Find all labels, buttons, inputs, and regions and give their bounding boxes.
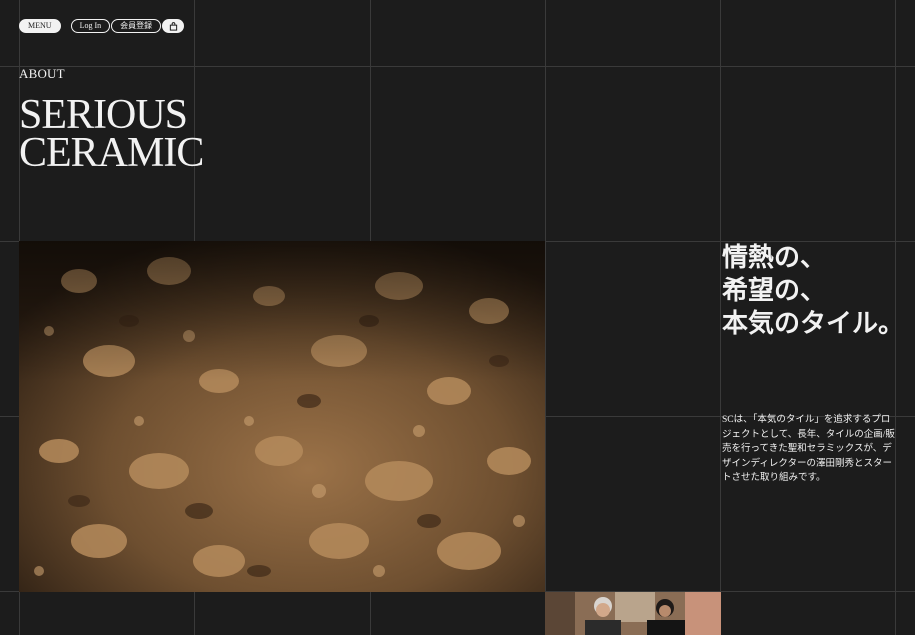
grid-line: [545, 0, 546, 635]
cart-button[interactable]: [162, 19, 185, 33]
shopping-bag-icon: [169, 21, 177, 31]
description-text: SCは、「本気のタイル」を追求するプロジェクトとして、長年、タイルの企画/販売を…: [722, 415, 895, 483]
tagline: 情熱の、 希望の、 本気のタイル。: [722, 241, 904, 340]
top-navigation: MENU Log In 会員登録: [19, 19, 185, 33]
tagline-line: 本気のタイル。: [722, 309, 905, 338]
tagline-line: 情熱の、: [722, 243, 827, 272]
title-line: CERAMIC: [19, 130, 204, 176]
soil-hero-image: [19, 241, 545, 592]
team-photo: [545, 592, 721, 635]
title-line: SERIOUS: [19, 92, 188, 138]
grid-line: [0, 66, 915, 67]
login-button[interactable]: Log In: [70, 19, 111, 33]
menu-button[interactable]: MENU: [19, 19, 61, 33]
tagline-line: 希望の、: [722, 276, 827, 305]
account-group: Log In 会員登録: [70, 19, 185, 33]
grid-line: [720, 0, 721, 635]
register-button[interactable]: 会員登録: [111, 19, 162, 33]
section-label: ABOUT: [19, 66, 65, 81]
page-title: SERIOUS CERAMIC: [19, 92, 204, 176]
